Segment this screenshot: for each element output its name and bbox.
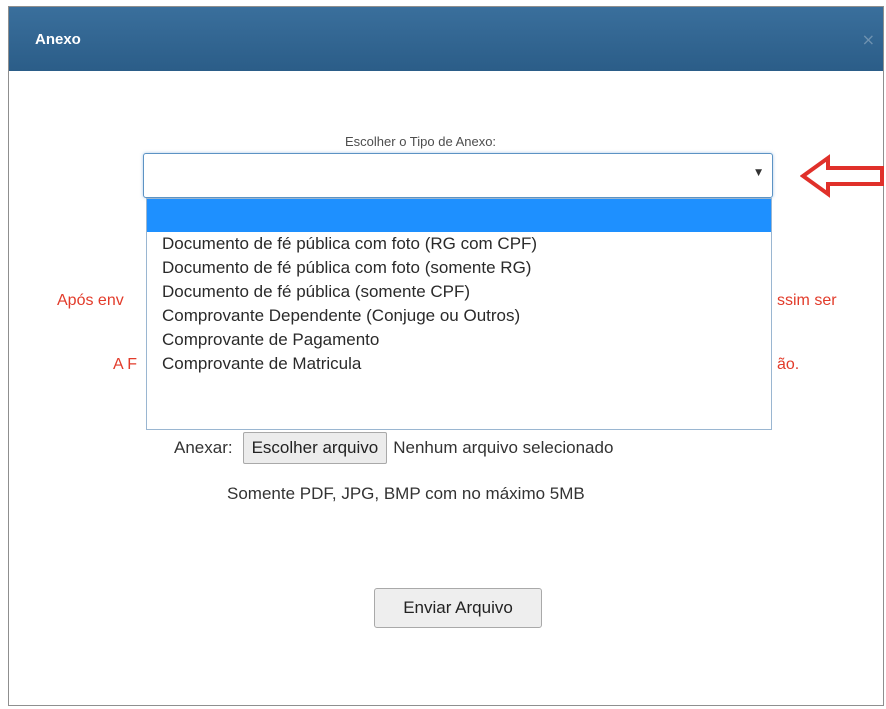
dropdown-option-payment[interactable]: Comprovante de Pagamento xyxy=(147,328,771,352)
attachment-type-label: Escolher o Tipo de Anexo: xyxy=(345,134,497,149)
attachment-type-select[interactable]: ▼ xyxy=(143,153,773,198)
file-upload-row: Anexar: Escolher arquivo Nenhum arquivo … xyxy=(174,431,613,465)
dropdown-option-dependent[interactable]: Comprovante Dependente (Conjuge ou Outro… xyxy=(147,304,771,328)
dropdown-option-enrollment[interactable]: Comprovante de Matricula xyxy=(147,352,771,376)
choose-file-button[interactable]: Escolher arquivo xyxy=(242,432,388,464)
dropdown-option-rg-cpf[interactable]: Documento de fé pública com foto (RG com… xyxy=(147,232,771,256)
file-requirements-note: Somente PDF, JPG, BMP com no máximo 5MB xyxy=(227,484,585,503)
dropdown-option-cpf-only[interactable]: Documento de fé pública (somente CPF) xyxy=(147,280,771,304)
send-file-button[interactable]: Enviar Arquivo xyxy=(374,588,542,628)
dialog-titlebar: Anexo × xyxy=(9,7,883,71)
dropdown-option-rg-only[interactable]: Documento de fé pública com foto (soment… xyxy=(147,256,771,280)
left-arrow-icon xyxy=(800,154,884,198)
dialog-title: Anexo xyxy=(35,31,81,48)
warning-line2-end: ão. xyxy=(777,356,800,373)
file-upload-label: Anexar: xyxy=(174,438,233,457)
warning-line2-start: A F xyxy=(113,356,138,373)
file-status-text: Nenhum arquivo selecionado xyxy=(393,438,614,457)
chevron-down-icon: ▼ xyxy=(755,168,762,178)
dropdown-option-empty[interactable] xyxy=(147,199,771,232)
warning-line1-start: Após env xyxy=(57,292,124,309)
close-icon[interactable]: × xyxy=(862,30,875,49)
warning-line1-end: ssim ser xyxy=(777,292,837,309)
attachment-type-dropdown: Documento de fé pública com foto (RG com… xyxy=(146,198,772,430)
